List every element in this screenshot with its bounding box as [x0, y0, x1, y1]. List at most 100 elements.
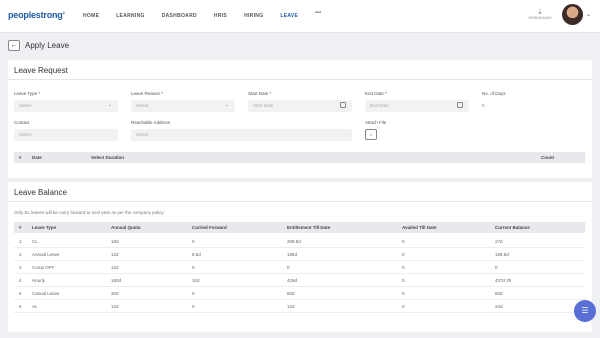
cell-leave-type: CL — [32, 239, 38, 244]
cell-availed: 0 — [402, 304, 405, 309]
cell-annual-quota: 12d — [111, 304, 119, 309]
leave-request-title: Leave Request — [14, 66, 68, 75]
cell-current-balance: 158.5d — [495, 252, 509, 257]
cell-annual-quota: 30d — [111, 291, 119, 296]
col-availed-till-date: Availed Till Date — [402, 225, 437, 230]
calendar-icon[interactable] — [457, 102, 463, 108]
leave-type-placeholder: Select — [19, 103, 32, 108]
chevron-down-icon[interactable]: ⌄ — [586, 11, 591, 18]
cell-leave-type: Casual Leave — [32, 291, 60, 296]
peoplestrong-logo[interactable]: peoplestrong2 — [8, 10, 65, 20]
table-row: 4 Hourly 180d 10d 429d 0 437d 3h — [14, 274, 585, 287]
cell-index: 1 — [19, 239, 22, 244]
contact-input[interactable]: Select — [14, 129, 118, 141]
no-of-days-value: 0 — [482, 103, 485, 108]
col-carried-forward: Carried Forward — [192, 225, 227, 230]
table-row: 1 CL 18d 0 209.5d 0 27d — [14, 235, 585, 248]
avatar[interactable] — [562, 4, 583, 25]
downloads-label: DOWNLOADS — [528, 16, 552, 20]
contact-placeholder: Select — [19, 132, 32, 137]
cell-carried-forward: 0 — [192, 265, 195, 270]
more-menu-icon[interactable]: ••• — [315, 10, 321, 19]
back-button[interactable]: ← — [8, 40, 20, 51]
cell-entitlement: 198d — [287, 252, 298, 257]
cell-current-balance: 24d — [495, 304, 503, 309]
carry-forward-note: Only EL leaves will be carry forward to … — [14, 210, 165, 215]
divider — [8, 79, 592, 80]
leave-reason-label: Leave Reason * — [131, 91, 164, 96]
divider — [8, 201, 592, 202]
cell-current-balance: 60d — [495, 291, 503, 296]
col-count: Count — [541, 155, 554, 160]
nav-item-hiring[interactable]: HIRING — [244, 13, 263, 19]
col-select-duration: Select Duration — [91, 155, 125, 160]
reachable-address-input[interactable]: Select — [131, 129, 352, 141]
cell-index: 2 — [19, 252, 22, 257]
col-hash: # — [19, 155, 22, 160]
download-icon: ⤓ — [538, 7, 542, 16]
cell-annual-quota: 180d — [111, 278, 122, 283]
col-current-balance: Current Balance — [495, 225, 530, 230]
cell-availed: 0 — [402, 291, 405, 296]
cell-carried-forward: 10d — [192, 278, 200, 283]
cell-index: 5 — [19, 291, 22, 296]
cell-carried-forward: 8.5d — [192, 252, 201, 257]
cell-carried-forward: 0 — [192, 304, 195, 309]
table-row: 3 Comp OFF 12d 0 0 0 0 — [14, 261, 585, 274]
cell-availed: 0 — [402, 252, 405, 257]
cell-carried-forward: 0 — [192, 291, 195, 296]
leave-reason-select[interactable]: Select ⌄ — [131, 100, 235, 112]
chevron-down-icon: ⌄ — [107, 102, 112, 108]
nav-item-leave[interactable]: LEAVE — [280, 13, 298, 19]
end-date-placeholder: End Date — [370, 103, 389, 108]
chat-icon[interactable]: ☰ — [574, 300, 596, 322]
contact-label: Contact — [14, 120, 30, 125]
leave-balance-table-header: # Leave Type Annual Quota Carried Forwar… — [14, 222, 585, 233]
leave-dates-table-header: # Date Select Duration Count — [14, 152, 585, 163]
cell-availed: 0 — [402, 239, 405, 244]
col-date: Date — [32, 155, 42, 160]
chevron-down-icon: ⌄ — [224, 102, 229, 108]
col-hash: # — [19, 225, 22, 230]
col-leave-type: Leave Type — [32, 225, 57, 230]
cell-current-balance: 0 — [495, 265, 498, 270]
reachable-address-placeholder: Select — [136, 132, 149, 137]
table-row: 2 Annual Leave 12d 8.5d 198d 0 158.5d — [14, 248, 585, 261]
table-row: 5 Casual Leave 30d 0 60d 0 60d — [14, 287, 585, 300]
downloads-button[interactable]: ⤓ DOWNLOADS — [528, 7, 552, 21]
cell-entitlement: 209.5d — [287, 239, 301, 244]
cell-entitlement: 429d — [287, 278, 298, 283]
cell-current-balance: 27d — [495, 239, 503, 244]
leave-type-select[interactable]: Select ⌄ — [14, 100, 118, 112]
cell-annual-quota: 12d — [111, 265, 119, 270]
nav-item-home[interactable]: HOME — [83, 13, 99, 19]
cell-leave-type: Hourly — [32, 278, 46, 283]
cell-annual-quota: 18d — [111, 239, 119, 244]
calendar-icon[interactable] — [340, 102, 346, 108]
top-navigation-bar: peoplestrong2 HOME LEARNING DASHBOARD HR… — [0, 0, 600, 33]
nav-item-learning[interactable]: LEARNING — [116, 13, 145, 19]
cell-entitlement: 0 — [287, 265, 290, 270]
table-row: 6 AL 12d 0 12d 0 24d — [14, 300, 585, 313]
no-of-days-label: No. of Days — [482, 91, 506, 96]
cell-annual-quota: 12d — [111, 252, 119, 257]
col-entitlement-till-date: Entitlement Till Date — [287, 225, 331, 230]
col-annual-quota: Annual Quota — [111, 225, 141, 230]
start-date-placeholder: Start Date — [253, 103, 274, 108]
start-date-input[interactable]: Start Date — [248, 100, 352, 112]
cell-index: 4 — [19, 278, 22, 283]
attach-file-label: Attach File — [365, 120, 387, 125]
main-nav: HOME LEARNING DASHBOARD HRIS HIRING LEAV… — [83, 10, 338, 19]
cell-current-balance: 437d 3h — [495, 278, 512, 283]
end-date-input[interactable]: End Date — [365, 100, 469, 112]
nav-item-dashboard[interactable]: DASHBOARD — [162, 13, 197, 19]
leave-balance-title: Leave Balance — [14, 188, 67, 197]
start-date-label: Start Date * — [248, 91, 272, 96]
cell-entitlement: 12d — [287, 304, 295, 309]
leave-request-card: Leave Request Leave Type * Select ⌄ Leav… — [8, 60, 592, 178]
page-title: Apply Leave — [25, 41, 70, 50]
attach-icon[interactable]: ⌂ — [365, 129, 377, 140]
cell-index: 6 — [19, 304, 22, 309]
nav-item-hris[interactable]: HRIS — [214, 13, 227, 19]
cell-leave-type: Comp OFF — [32, 265, 55, 270]
